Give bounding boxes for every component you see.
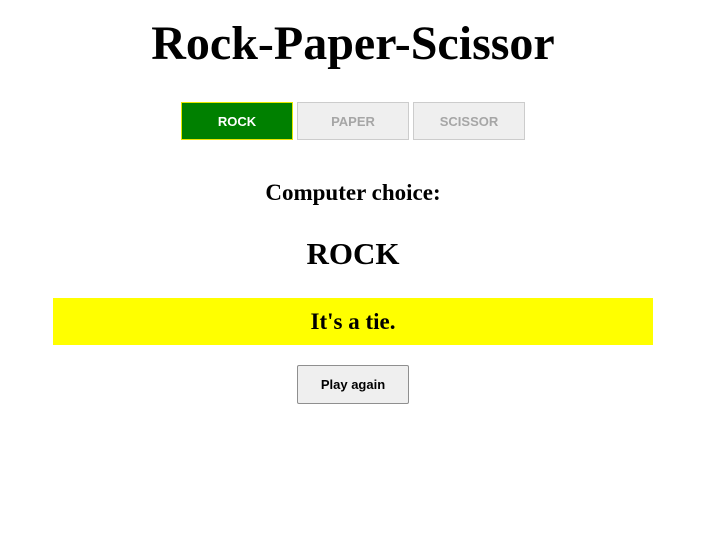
result-text: It's a tie. [310,308,396,334]
play-again-button[interactable]: Play again [297,365,409,404]
computer-choice-value: ROCK [306,236,400,271]
rock-button[interactable]: ROCK [181,102,293,140]
choice-buttons: ROCK PAPER SCISSOR [181,102,525,140]
computer-choice-label: Computer choice: [265,180,441,205]
result-banner: It's a tie. [53,298,653,345]
scissor-button[interactable]: SCISSOR [413,102,525,140]
page-title: Rock-Paper-Scissor [151,17,555,70]
paper-button[interactable]: PAPER [297,102,409,140]
